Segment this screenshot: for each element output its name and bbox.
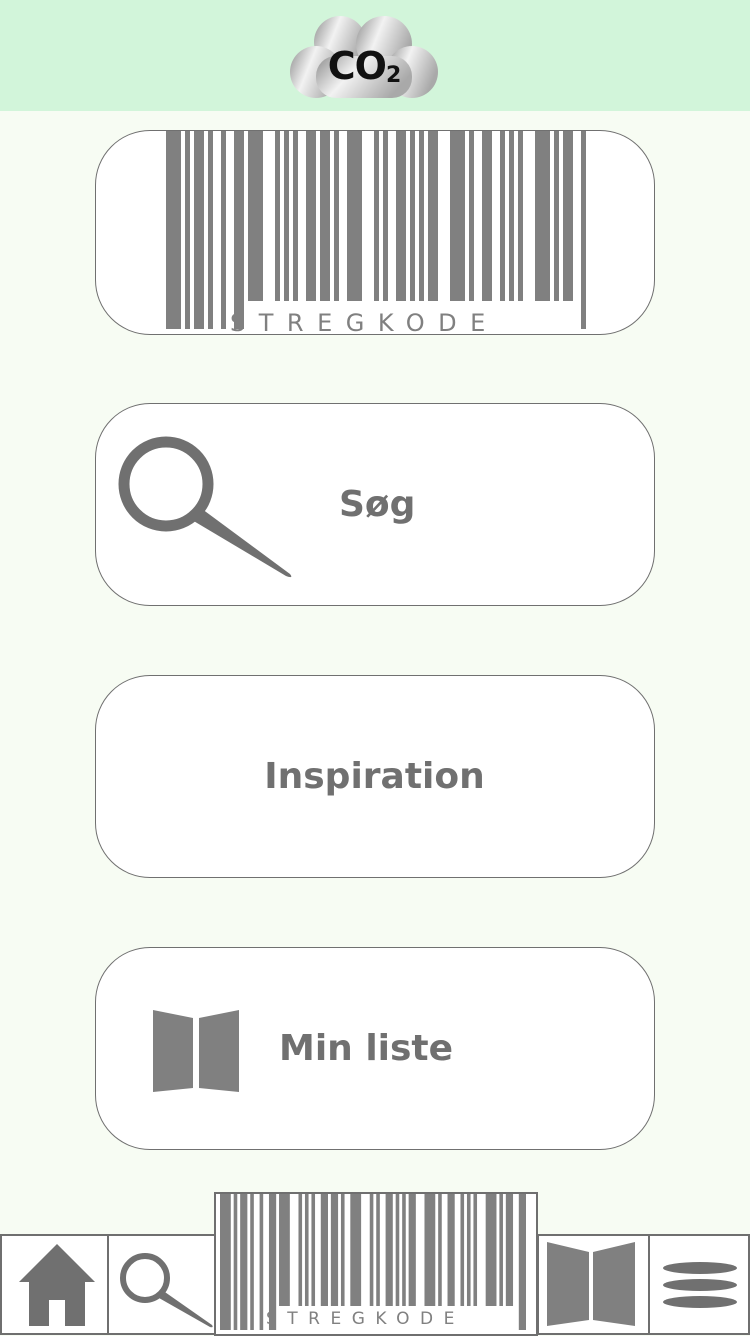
- barcode-bar: [259, 1194, 264, 1330]
- barcode-bar: [347, 131, 362, 301]
- barcode-bar: [563, 131, 573, 301]
- barcode-bar: [518, 1194, 526, 1330]
- barcode-label: STREGKODE: [230, 309, 499, 335]
- my-list-label: Min liste: [279, 1028, 454, 1069]
- barcode-bar: [304, 1194, 309, 1306]
- tab-scan-label: STREGKODE: [266, 1309, 465, 1329]
- barcode-bar: [466, 1194, 471, 1306]
- barcode-bar: [298, 1194, 303, 1306]
- open-book-icon: [153, 1010, 239, 1092]
- barcode-bar: [194, 131, 204, 329]
- barcode-bar: [369, 1194, 374, 1306]
- open-book-icon: [547, 1242, 635, 1326]
- inspiration-button[interactable]: Inspiration: [95, 675, 655, 878]
- barcode-bar: [334, 131, 339, 301]
- search-label: Søg: [339, 484, 416, 525]
- barcode-bar: [234, 131, 244, 329]
- barcode-bar: [419, 131, 424, 301]
- barcode-bar: [581, 131, 586, 329]
- barcode-bar: [402, 1194, 406, 1306]
- barcode-bar: [221, 131, 226, 329]
- barcode-bar: [284, 131, 289, 301]
- barcode-bar: [275, 131, 280, 301]
- barcode-bar: [438, 1194, 442, 1306]
- app-header: CO2: [0, 0, 750, 111]
- barcode-bar: [447, 1194, 455, 1306]
- barcode-bar: [450, 131, 465, 301]
- menu-icon: [663, 1262, 737, 1308]
- barcode-scan-button[interactable]: STREGKODE: [95, 130, 655, 335]
- barcode-bar: [320, 131, 330, 301]
- barcode-bar: [250, 1194, 254, 1330]
- barcode-bar: [385, 1194, 393, 1306]
- barcode-bar: [509, 131, 514, 301]
- barcode-bar: [396, 131, 406, 301]
- barcode-bar: [554, 131, 559, 301]
- barcode-icon: [166, 131, 586, 329]
- barcode-bar: [460, 1194, 465, 1306]
- barcode-bar: [320, 1194, 328, 1306]
- barcode-bar: [220, 1194, 231, 1330]
- barcode-bar: [482, 131, 492, 301]
- inspiration-label: Inspiration: [264, 756, 485, 797]
- magnifier-icon: [120, 1253, 213, 1328]
- barcode-bar: [166, 131, 181, 329]
- barcode-bar: [499, 1194, 503, 1306]
- barcode-bar: [473, 1194, 478, 1306]
- barcode-bar: [410, 131, 415, 301]
- barcode-bar: [500, 131, 505, 301]
- co2-logo-text: CO2: [327, 44, 402, 88]
- barcode-bar: [233, 1194, 238, 1330]
- magnifier-icon: [118, 436, 292, 578]
- barcode-bar: [535, 131, 550, 301]
- barcode-bar: [505, 1194, 514, 1306]
- barcode-bar: [340, 1194, 345, 1306]
- tab-search[interactable]: [107, 1234, 216, 1335]
- tab-home[interactable]: [0, 1234, 109, 1335]
- barcode-bar: [350, 1194, 362, 1306]
- barcode-bar: [293, 131, 298, 301]
- barcode-bar: [185, 131, 190, 329]
- barcode-bar: [383, 131, 388, 301]
- search-button[interactable]: Søg: [95, 403, 655, 606]
- barcode-bar: [306, 131, 316, 301]
- barcode-bar: [408, 1194, 416, 1306]
- barcode-bar: [374, 131, 379, 301]
- barcode-bar: [311, 1194, 316, 1306]
- tab-scan-barcode[interactable]: STREGKODE: [214, 1192, 538, 1336]
- barcode-bar: [518, 131, 523, 301]
- tab-my-list[interactable]: [537, 1234, 650, 1335]
- barcode-bar: [208, 131, 213, 329]
- barcode-bar: [240, 1194, 248, 1330]
- barcode-bar: [469, 131, 474, 301]
- barcode-bar: [424, 1194, 436, 1306]
- barcode-bar: [376, 1194, 380, 1306]
- tab-menu[interactable]: [648, 1234, 750, 1335]
- barcode-bar: [395, 1194, 400, 1306]
- home-icon: [19, 1244, 95, 1326]
- my-list-button[interactable]: Min liste: [95, 947, 655, 1150]
- barcode-bar: [248, 131, 263, 301]
- barcode-bar: [485, 1194, 497, 1306]
- barcode-bar: [279, 1194, 290, 1306]
- barcode-bar: [428, 131, 438, 301]
- co2-cloud-logo: CO2: [288, 12, 440, 102]
- barcode-bar: [330, 1194, 339, 1306]
